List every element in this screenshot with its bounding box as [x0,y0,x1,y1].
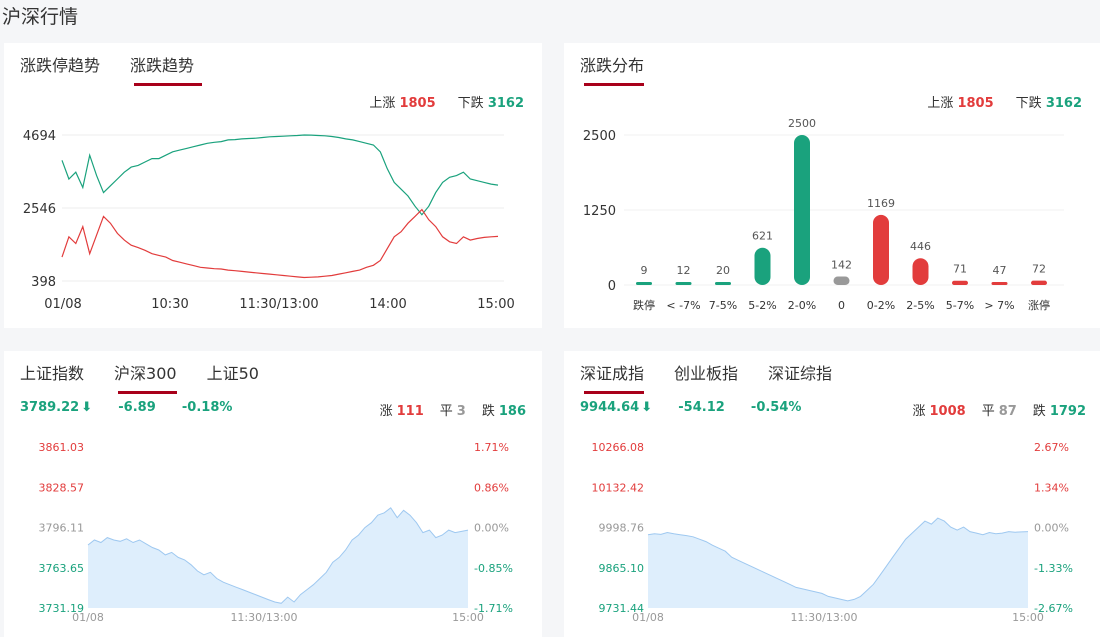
y-tick-label: 3763.65 [39,562,85,575]
bar-value-label: 9 [641,264,648,277]
bar-value-label: 71 [953,263,967,276]
bar-value-label: 2500 [788,117,816,130]
distribution-chart: 2500 1250 0 9 跌停 12 < -7% 20 7-5% 621 5-2% 2500 2-0%… [583,117,1064,312]
bar [952,280,968,285]
y-tick-label: 3828.57 [39,481,85,494]
y-tick-label: 9998.76 [599,522,645,535]
x-tick-label: 2-0% [788,299,816,312]
hs300-panel: 上证指数 沪深300 上证50 3789.22 ⬇ -6.89 -0.18% 涨1… [4,351,542,637]
y-tick-label: 3796.11 [39,522,85,535]
x-tick-label: < -7% [666,299,700,312]
series-line [61,134,499,216]
x-tick-label: 0 [838,299,845,312]
hs300-chart: 3861.03 1.71% 3828.57 0.86% 3796.11 0.00% 3763… [39,441,513,624]
y-tick-label: 398 [31,275,56,290]
bar [833,276,850,285]
x-tick-label: 01/08 [632,611,664,624]
y-pct-label: 1.71% [474,441,509,454]
y-tick-label: 0 [608,279,616,294]
x-tick-label: 跌停 [633,298,655,312]
y-tick-label: 10132.42 [592,481,645,494]
x-tick-label: > 7% [984,299,1014,312]
x-tick-label: 5-2% [748,299,776,312]
y-tick-label: 4694 [23,129,56,144]
page-title: 沪深行情 [2,6,79,28]
y-pct-label: 0.86% [474,481,509,494]
bar-value-label: 1169 [867,197,895,210]
bar-value-label: 621 [752,230,773,243]
bar [715,282,731,285]
bar [873,214,889,285]
y-tick-label: 2500 [583,129,616,144]
x-tick-label: 7-5% [709,299,737,312]
y-tick-label: 1250 [583,204,616,219]
x-tick-label: 10:30 [151,297,188,312]
bar [636,282,652,285]
x-tick-label: 11:30/13:00 [790,611,857,624]
y-pct-label: 2.67% [1034,441,1069,454]
x-tick-label: 15:00 [452,611,484,624]
bar [794,135,810,285]
trend-chart: 4694 2546 398 01/08 10:30 11:30/13:00 14:00 15:… [23,129,515,312]
y-tick-label: 10266.08 [592,441,645,454]
bar-value-label: 446 [910,240,931,253]
distribution-panel: 涨跌分布 上涨 1805 下跌 3162 2500 1250 0 9 跌停 12 < -7%… [564,43,1100,328]
bar [1031,280,1047,285]
trend-panel: 涨跌停趋势 涨跌趋势 上涨 1805 下跌 3162 4694 2546 398 01… [4,43,542,328]
bar-value-label: 47 [993,264,1007,277]
bar-value-label: 12 [677,264,691,277]
y-pct-label: -0.85% [474,562,513,575]
x-tick-label: 11:30/13:00 [230,611,297,624]
bar-value-label: 72 [1032,263,1046,276]
y-pct-label: 0.00% [474,522,509,535]
series-line [61,208,499,279]
szcz-panel: 深证成指 创业板指 深证综指 9944.64 ⬇ -54.12 -0.54% 涨1… [564,351,1100,637]
y-tick-label: 9865.10 [599,562,645,575]
y-tick-label: 2546 [23,202,56,217]
y-pct-label: -1.33% [1034,562,1073,575]
x-tick-label: 0-2% [867,299,895,312]
x-tick-label: 5-7% [946,299,974,312]
x-tick-label: 15:00 [477,297,514,312]
x-tick-label: 涨停 [1028,298,1050,312]
x-tick-label: 15:00 [1012,611,1044,624]
y-pct-label: 1.34% [1034,481,1069,494]
bar-value-label: 142 [831,258,852,271]
szcz-chart: 10266.08 2.67% 10132.42 1.34% 9998.76 0.00% 98… [592,441,1073,624]
y-tick-label: 3861.03 [39,441,85,454]
bar [754,247,771,285]
x-tick-label: 2-5% [906,299,934,312]
x-tick-label: 11:30/13:00 [239,297,318,312]
x-tick-label: 01/08 [72,611,104,624]
bar-value-label: 20 [716,264,730,277]
bar [991,282,1008,285]
bar [912,258,929,285]
x-tick-label: 01/08 [44,297,81,312]
bar [675,282,692,285]
x-tick-label: 14:00 [369,297,406,312]
area-fill [88,507,468,608]
y-pct-label: 0.00% [1034,522,1069,535]
